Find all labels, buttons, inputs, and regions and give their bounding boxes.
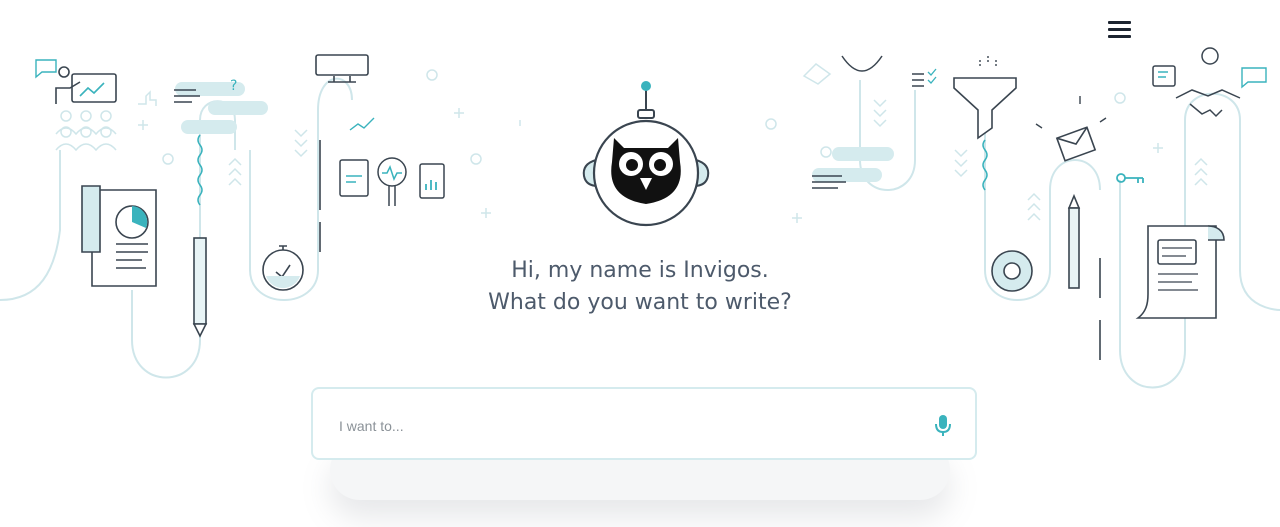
microphone-button[interactable]	[931, 411, 955, 439]
svg-text:?: ?	[230, 78, 237, 94]
prompt-input[interactable]	[337, 413, 901, 439]
owl-robot-icon	[582, 81, 710, 227]
greeting-line-2: What do you want to write?	[488, 290, 792, 315]
greeting-heading: Hi, my name is Invigos. What do you want…	[340, 255, 940, 319]
greeting-line-1: Hi, my name is Invigos.	[511, 258, 769, 283]
prompt-input-container[interactable]	[311, 387, 977, 460]
microphone-icon	[935, 415, 951, 436]
